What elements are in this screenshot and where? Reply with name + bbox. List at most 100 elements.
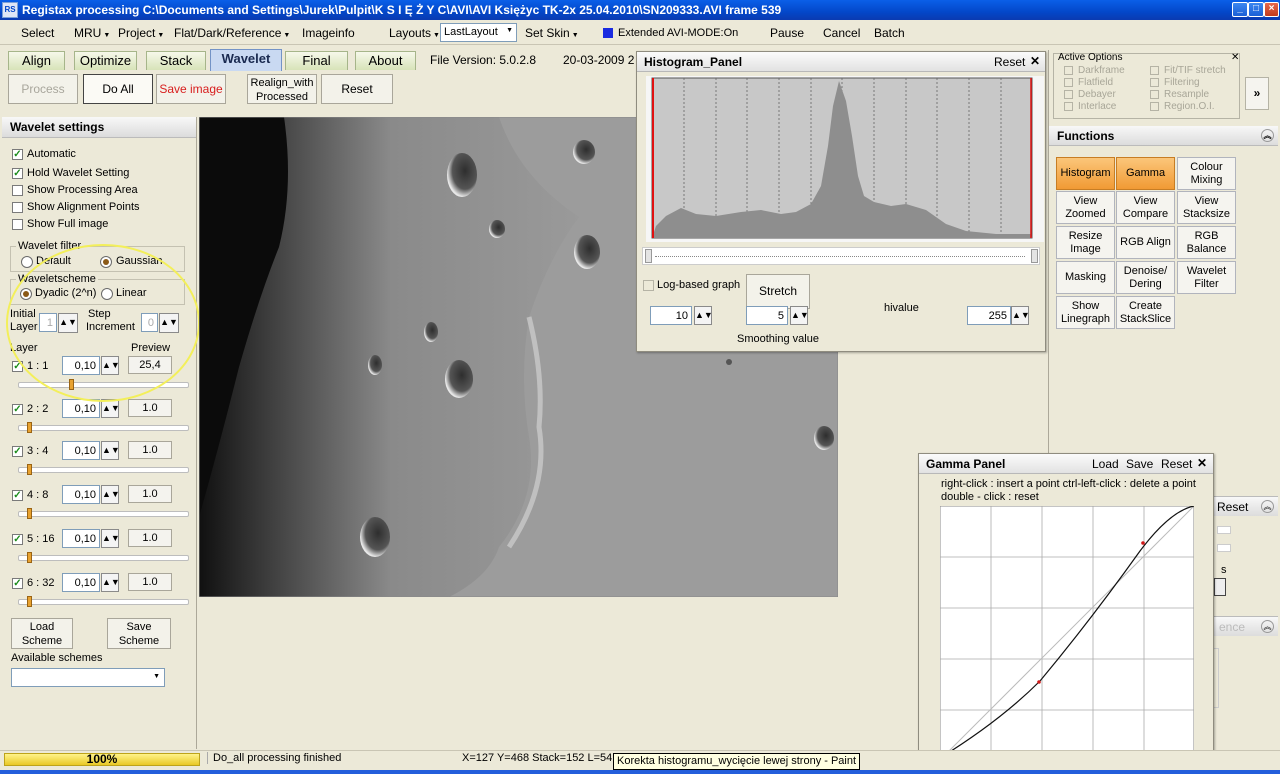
menu-project[interactable]: Project ▼ <box>118 26 164 40</box>
save-image-button[interactable]: Save image <box>156 74 226 104</box>
layer-preview-button[interactable]: 1.0 <box>128 529 172 547</box>
collapse-icon[interactable]: ︽ <box>1261 500 1274 513</box>
maximize-button[interactable]: □ <box>1248 2 1264 17</box>
gamma-save-button[interactable]: Save <box>1126 457 1153 471</box>
function-button-create-stackslice[interactable]: Create StackSlice <box>1116 296 1175 329</box>
slider-low-handle[interactable] <box>645 249 652 263</box>
layer-value-input[interactable]: 0,10 <box>62 485 100 504</box>
do-all-button[interactable]: Do All <box>83 74 153 104</box>
layer-preview-button[interactable]: 1.0 <box>128 573 172 591</box>
layer-slider[interactable] <box>18 467 189 473</box>
histogram-reset-button[interactable]: Reset <box>994 55 1025 69</box>
cancel-button[interactable]: Cancel <box>823 26 860 40</box>
tab-optimize[interactable]: Optimize <box>74 51 137 70</box>
pause-button[interactable]: Pause <box>770 26 804 40</box>
collapse-icon[interactable]: ︽ <box>1261 129 1274 142</box>
app-icon[interactable]: RS <box>2 2 18 18</box>
save-scheme-button[interactable]: Save Scheme <box>107 618 171 649</box>
collapse-icon[interactable]: ︽ <box>1261 620 1274 633</box>
menu-mru[interactable]: MRU ▼ <box>74 26 110 40</box>
layer-value-input[interactable]: 0,10 <box>62 529 100 548</box>
function-button-denoise-dering[interactable]: Denoise/ Dering <box>1116 261 1175 294</box>
close-button[interactable]: × <box>1264 2 1279 17</box>
layer-slider[interactable] <box>18 555 189 561</box>
tab-about[interactable]: About <box>355 51 416 70</box>
gamma-load-button[interactable]: Load <box>1092 457 1119 471</box>
layer-value-stepper[interactable]: ▲▼ <box>101 529 120 548</box>
close-icon[interactable]: ✕ <box>1197 456 1207 470</box>
layer-slider-thumb[interactable] <box>27 596 32 607</box>
automatic-checkbox[interactable]: ✓ <box>12 149 23 160</box>
close-icon[interactable]: ✕ <box>1231 52 1239 63</box>
menu-flat-dark[interactable]: Flat/Dark/Reference ▼ <box>174 26 290 40</box>
histogram-spin-left-stepper[interactable]: ▲▼ <box>694 306 713 325</box>
hold-wavelet-checkbox[interactable]: ✓ <box>12 168 23 179</box>
histogram-spin-mid[interactable]: 5 <box>746 306 788 325</box>
layer-checkbox[interactable]: ✓ <box>12 578 23 589</box>
log-graph-checkbox[interactable] <box>643 280 654 291</box>
layer-slider[interactable] <box>18 511 189 517</box>
tab-stack[interactable]: Stack <box>146 51 206 70</box>
layer-preview-button[interactable]: 1.0 <box>128 399 172 417</box>
layer-value-stepper[interactable]: ▲▼ <box>101 485 120 504</box>
histogram-spin-left[interactable]: 10 <box>650 306 692 325</box>
realign-button[interactable]: Realign_with Processed <box>247 74 317 104</box>
show-align-checkbox[interactable] <box>12 202 23 213</box>
close-icon[interactable]: ✕ <box>1030 54 1040 68</box>
tab-wavelet[interactable]: Wavelet <box>210 49 282 71</box>
show-full-checkbox[interactable] <box>12 219 23 230</box>
show-area-checkbox[interactable] <box>12 185 23 196</box>
function-button-wavelet-filter[interactable]: Wavelet Filter <box>1177 261 1236 294</box>
default-radio[interactable] <box>21 256 33 268</box>
layer-preview-button[interactable]: 1.0 <box>128 485 172 503</box>
function-button-colour-mixing[interactable]: Colour Mixing <box>1177 157 1236 190</box>
menu-set-skin[interactable]: Set Skin ▼ <box>525 26 579 40</box>
gamma-reset-button[interactable]: Reset <box>1161 457 1192 471</box>
function-button-show-linegraph[interactable]: Show Linegraph <box>1056 296 1115 329</box>
layer-value-stepper[interactable]: ▲▼ <box>101 441 120 460</box>
layer-slider-thumb[interactable] <box>27 552 32 563</box>
function-button-rgb-balance[interactable]: RGB Balance <box>1177 226 1236 259</box>
menu-select[interactable]: Select <box>21 26 54 40</box>
expand-right-icon[interactable]: » <box>1245 77 1269 110</box>
minimize-button[interactable]: _ <box>1232 2 1248 17</box>
load-scheme-button[interactable]: Load Scheme <box>11 618 73 649</box>
layer-slider-thumb[interactable] <box>27 464 32 475</box>
layer-checkbox[interactable]: ✓ <box>12 490 23 501</box>
function-button-view-zoomed[interactable]: View Zoomed <box>1056 191 1115 224</box>
batch-button[interactable]: Batch <box>874 26 905 40</box>
reset-button[interactable]: Reset <box>321 74 393 104</box>
histogram-spin-right-stepper[interactable]: ▲▼ <box>1011 306 1030 325</box>
available-schemes-select[interactable]: ▼ <box>11 668 165 687</box>
layer-slider[interactable] <box>18 425 189 431</box>
tab-final[interactable]: Final <box>285 51 348 70</box>
layer-value-input[interactable]: 0,10 <box>62 441 100 460</box>
function-button-gamma[interactable]: Gamma <box>1116 157 1175 190</box>
menu-layouts[interactable]: Layouts ▼ <box>389 26 440 40</box>
function-button-masking[interactable]: Masking <box>1056 261 1115 294</box>
layer-checkbox[interactable]: ✓ <box>12 446 23 457</box>
function-button-rgb-align[interactable]: RGB Align <box>1116 226 1175 259</box>
process-button[interactable]: Process <box>8 74 78 104</box>
function-button-view-compare[interactable]: View Compare <box>1116 191 1175 224</box>
layer-preview-button[interactable]: 1.0 <box>128 441 172 459</box>
function-button-view-stacksize[interactable]: View Stacksize <box>1177 191 1236 224</box>
stretch-button[interactable]: Stretch <box>746 274 810 309</box>
layout-select[interactable]: LastLayout ▼ <box>440 23 517 42</box>
layer-value-stepper[interactable]: ▲▼ <box>101 573 120 592</box>
histogram-range-slider[interactable] <box>642 247 1040 265</box>
layer-slider-thumb[interactable] <box>27 508 32 519</box>
slider-high-handle[interactable] <box>1031 249 1038 263</box>
layer-value-input[interactable]: 0,10 <box>62 399 100 418</box>
layer-slider[interactable] <box>18 599 189 605</box>
layer-checkbox[interactable]: ✓ <box>12 534 23 545</box>
gamma-curve-graph[interactable] <box>940 506 1194 760</box>
layer-checkbox[interactable]: ✓ <box>12 404 23 415</box>
histogram-spin-right[interactable]: 255 <box>967 306 1011 325</box>
function-button-resize-image[interactable]: Resize Image <box>1056 226 1115 259</box>
menu-imageinfo[interactable]: Imageinfo <box>302 26 355 40</box>
section-reset-label[interactable]: Reset <box>1217 500 1248 514</box>
tab-align[interactable]: Align <box>8 51 65 70</box>
layer-slider-thumb[interactable] <box>27 422 32 433</box>
function-button-histogram[interactable]: Histogram <box>1056 157 1115 190</box>
